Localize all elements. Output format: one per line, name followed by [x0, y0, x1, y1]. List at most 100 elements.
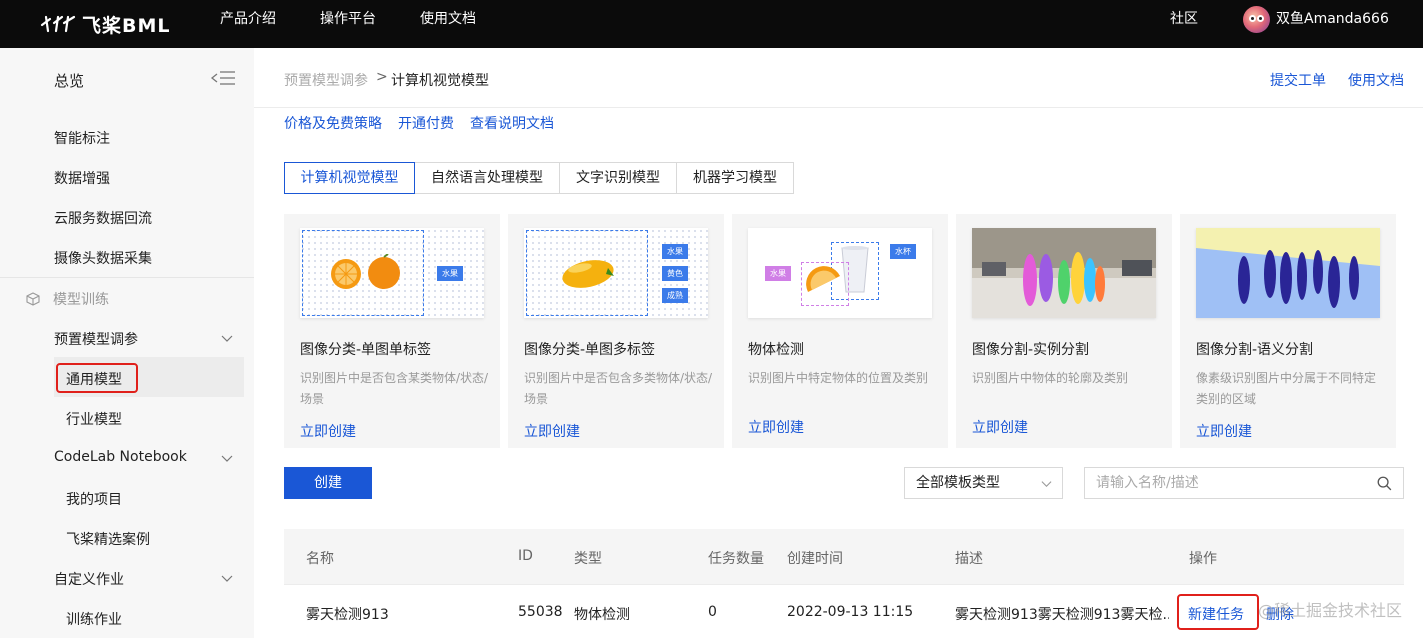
top-navbar: 飞桨BML 产品介绍 操作平台 使用文档 社区 双鱼Amanda666 — [0, 0, 1423, 48]
card-image-classification-single[interactable]: 水果 图像分类-单图单标签 识别图片中是否包含某类物体/状态/场景 立即创建 — [284, 214, 500, 448]
mango-icon — [562, 260, 614, 288]
cube-icon — [26, 292, 40, 306]
card-semantic-segmentation[interactable]: 图像分割-语义分割 像素级识别图片中分属于不同特定类别的区域 立即创建 — [1180, 214, 1396, 448]
docs-link[interactable]: 使用文档 — [1348, 70, 1404, 90]
new-task-link[interactable]: 新建任务 — [1188, 604, 1244, 624]
chevron-down-icon — [1041, 481, 1052, 488]
view-docs-link[interactable]: 查看说明文档 — [470, 113, 554, 133]
create-now-link[interactable]: 立即创建 — [972, 417, 1028, 437]
breadcrumb-prev[interactable]: 预置模型调参 — [284, 70, 368, 90]
card-desc: 识别图片中物体的轮廓及类别 — [972, 371, 1129, 385]
card-tag: 水果 — [765, 266, 791, 281]
submit-ticket-link[interactable]: 提交工单 — [1270, 70, 1326, 90]
sidebar-item-paddle-cases[interactable]: 飞桨精选案例 — [66, 529, 150, 549]
orange-slice-icon — [806, 266, 840, 292]
create-now-link[interactable]: 立即创建 — [1196, 421, 1252, 441]
brand-logo[interactable]: 飞桨BML — [40, 8, 171, 40]
chevron-down-icon[interactable] — [221, 572, 233, 584]
sidebar-item-general-model[interactable]: 通用模型 — [66, 369, 122, 389]
card-tag: 成熟 — [662, 288, 688, 303]
create-button[interactable]: 创建 — [284, 467, 372, 499]
card-title: 图像分割-实例分割 — [972, 342, 1090, 358]
brand-name: 飞桨BML — [82, 14, 171, 37]
tab-cv[interactable]: 计算机视觉模型 — [284, 162, 415, 194]
page-title: 计算机视觉模型 — [391, 73, 489, 89]
card-title: 图像分类-单图多标签 — [524, 342, 656, 358]
card-desc: 识别图片中是否包含某类物体/状态/场景 — [300, 371, 489, 406]
sidebar-item-training-job[interactable]: 训练作业 — [66, 609, 122, 629]
table-header: 名称 ID 类型 任务数量 创建时间 描述 操作 — [284, 529, 1404, 585]
chevron-down-icon[interactable] — [221, 332, 233, 344]
cell-name: 雾天检测913 — [306, 607, 389, 623]
nav-community[interactable]: 社区 — [1170, 0, 1198, 48]
card-title: 图像分割-语义分割 — [1196, 342, 1314, 358]
cell-tasks: 0 — [708, 604, 717, 620]
card-title: 图像分类-单图单标签 — [300, 342, 432, 358]
card-illustration — [972, 228, 1156, 318]
card-tag: 水果 — [437, 266, 463, 281]
cell-id: 55038 — [518, 604, 563, 620]
sidebar-item-my-projects[interactable]: 我的项目 — [66, 489, 122, 509]
card-desc: 识别图片中特定物体的位置及类别 — [748, 371, 929, 385]
semantic-scene-image — [1196, 228, 1380, 318]
chevron-down-icon[interactable] — [221, 452, 233, 464]
column-header: 任务数量 — [708, 551, 764, 567]
tab-ocr[interactable]: 文字识别模型 — [559, 162, 677, 194]
collapse-menu-icon[interactable] — [210, 70, 236, 86]
activate-payment-link[interactable]: 开通付费 — [398, 113, 454, 133]
card-illustration: 水果 水杯 — [748, 228, 932, 318]
sidebar-item-camera-collect[interactable]: 摄像头数据采集 — [54, 248, 152, 268]
card-illustration: 水果 黄色 成熟 — [524, 228, 708, 318]
cell-type: 物体检测 — [574, 607, 630, 623]
nav-product-intro[interactable]: 产品介绍 — [220, 0, 276, 48]
cell-created: 2022-09-13 11:15 — [787, 604, 914, 620]
tab-nlp[interactable]: 自然语言处理模型 — [414, 162, 560, 194]
card-object-detection[interactable]: 水果 水杯 物体检测 识别图片中特定物体的位置及类别 立即创建 — [732, 214, 948, 448]
sidebar-group-codelab[interactable]: CodeLab Notebook — [54, 449, 187, 465]
template-type-value: 全部模板类型 — [916, 475, 1000, 491]
sidebar-item-cloud-reflow[interactable]: 云服务数据回流 — [54, 208, 152, 228]
card-instance-segmentation[interactable]: 图像分割-实例分割 识别图片中物体的轮廓及类别 立即创建 — [956, 214, 1172, 448]
search-box — [1084, 467, 1404, 499]
delete-link[interactable]: 删除 — [1266, 604, 1294, 624]
column-header: 描述 — [955, 551, 983, 567]
sidebar-group-custom[interactable]: 自定义作业 — [54, 569, 124, 589]
paddle-logo-icon — [40, 15, 76, 33]
create-now-link[interactable]: 立即创建 — [524, 421, 580, 441]
search-input[interactable] — [1096, 468, 1376, 498]
sidebar-divider — [0, 277, 254, 278]
nav-docs[interactable]: 使用文档 — [420, 0, 476, 48]
column-header: 创建时间 — [787, 551, 843, 567]
street-scene-image — [972, 228, 1156, 318]
card-title: 物体检测 — [748, 342, 804, 358]
card-desc: 识别图片中是否包含多类物体/状态/场景 — [524, 371, 713, 406]
create-now-link[interactable]: 立即创建 — [748, 417, 804, 437]
template-type-select[interactable]: 全部模板类型 — [904, 467, 1063, 499]
sidebar-group-preset[interactable]: 预置模型调参 — [54, 329, 138, 349]
card-image-classification-multi[interactable]: 水果 黄色 成熟 图像分类-单图多标签 识别图片中是否包含多类物体/状态/场景 … — [508, 214, 724, 448]
sidebar-item-smart-label[interactable]: 智能标注 — [54, 128, 110, 148]
orange-icon — [331, 254, 400, 289]
sidebar: 总览 智能标注 数据增强 云服务数据回流 摄像头数据采集 模型训练 预置模型调参… — [0, 48, 254, 638]
card-illustration — [1196, 228, 1380, 318]
sidebar-item-overview[interactable]: 总览 — [54, 70, 84, 91]
sidebar-section-label: 模型训练 — [53, 292, 109, 308]
sidebar-item-data-augment[interactable]: 数据增强 — [54, 168, 110, 188]
tab-ml[interactable]: 机器学习模型 — [676, 162, 794, 194]
pricing-link[interactable]: 价格及免费策略 — [284, 113, 382, 133]
column-header: 名称 — [306, 551, 334, 567]
search-icon[interactable] — [1377, 476, 1392, 491]
username[interactable]: 双鱼Amanda666 — [1276, 0, 1389, 48]
card-tag: 黄色 — [662, 266, 688, 281]
column-header: 类型 — [574, 551, 602, 567]
sidebar-item-industry-model[interactable]: 行业模型 — [66, 409, 122, 429]
sidebar-section-model-training: 模型训练 — [26, 289, 109, 309]
card-illustration: 水果 — [300, 228, 484, 318]
create-now-link[interactable]: 立即创建 — [300, 421, 356, 441]
card-tag: 水果 — [662, 244, 688, 259]
column-header: 操作 — [1189, 551, 1217, 567]
breadcrumb-separator: > — [376, 69, 388, 85]
cell-desc: 雾天检测913雾天检测913雾天检... — [955, 607, 1169, 623]
avatar[interactable] — [1243, 6, 1270, 33]
nav-platform[interactable]: 操作平台 — [320, 0, 376, 48]
